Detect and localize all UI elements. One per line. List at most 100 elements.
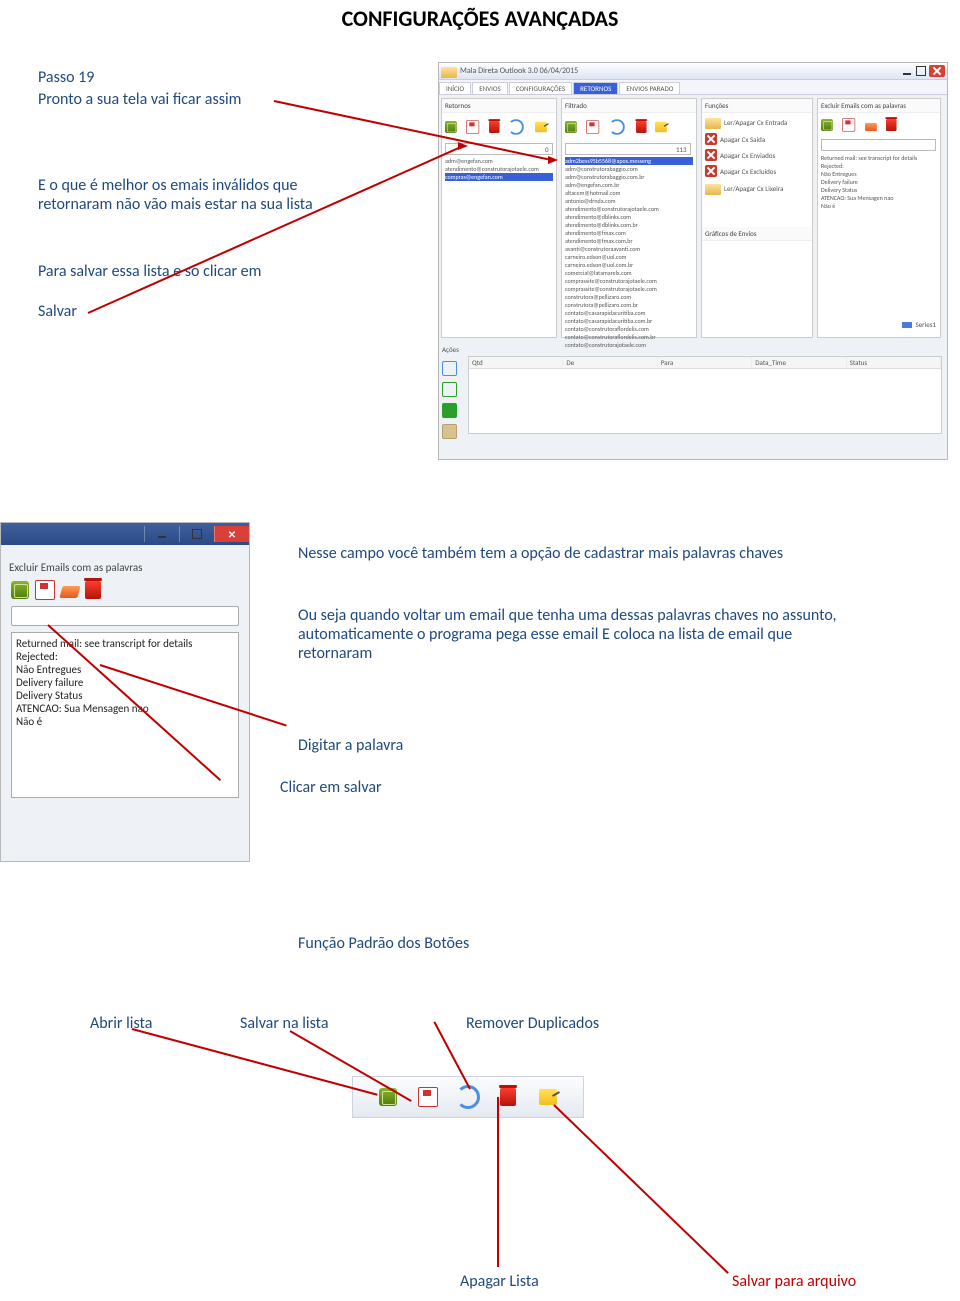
delete-icon <box>705 133 717 145</box>
minimize-button[interactable] <box>144 526 179 542</box>
tab-envios[interactable]: ENVIOS <box>472 82 508 94</box>
list-item: Não é <box>821 202 937 210</box>
func-item[interactable]: Apagar Cx Saída <box>702 131 812 147</box>
mid-text-4: Clicar em salvar <box>280 778 382 797</box>
list-item[interactable]: adm2bess95b5568@apos.messeng <box>565 157 693 165</box>
keyword-list[interactable]: Returned mail: see transcript for detail… <box>11 632 239 798</box>
disk-icon <box>418 1087 438 1107</box>
trash-icon[interactable] <box>85 581 101 599</box>
list-item[interactable]: altacem@hotmail.com <box>565 189 693 197</box>
list-item[interactable]: comprassite@construtorajotaele.com <box>565 277 693 285</box>
list-item[interactable]: adm@construtorabaggio.com.br <box>565 173 693 181</box>
list-item[interactable]: atendimento@fmax.com.br <box>565 237 693 245</box>
filtrado-count-field: 113 <box>565 143 691 155</box>
delete-button[interactable] <box>496 1085 520 1109</box>
keyword-input[interactable] <box>11 606 239 626</box>
list-item[interactable]: contato@casarapidacuritiba.com <box>565 309 693 317</box>
label-savefile: Salvar para arquivo <box>732 1272 856 1291</box>
list-item[interactable]: contato@construtoraflordelis.com <box>565 325 693 333</box>
func-item[interactable]: Ler/Apagar Cx Lixeira <box>702 179 812 197</box>
th: Data_Time <box>752 357 846 368</box>
trash-icon[interactable] <box>886 119 897 131</box>
list-item[interactable]: construtora@pellizaro.com <box>565 293 693 301</box>
action-ok-icon[interactable] <box>442 382 457 397</box>
th: Qtd <box>469 357 563 368</box>
mid-text-2: Ou seja quando voltar um email que tenha… <box>298 606 858 663</box>
list-item[interactable]: contato@casarapidacuritiba.com.br <box>565 317 693 325</box>
func-item[interactable]: Apagar Cx Enviados <box>702 147 812 163</box>
open-icon[interactable] <box>565 121 577 133</box>
action-xls-icon[interactable] <box>442 403 457 418</box>
list-item: ATENCAO: Sua Mensagen nao <box>821 194 937 202</box>
list-item[interactable]: comercial@latamarelx.com <box>565 269 693 277</box>
close-icon[interactable] <box>929 65 945 77</box>
word-input[interactable] <box>821 139 936 151</box>
folder-icon <box>705 184 721 195</box>
list-item[interactable]: atendimento@construtorajotaele.com <box>445 165 553 173</box>
tab-inicio[interactable]: INÍCIO <box>439 82 471 94</box>
save-icon[interactable] <box>35 580 55 600</box>
close-button[interactable]: ✕ <box>214 526 249 542</box>
note-icon[interactable] <box>655 122 667 133</box>
action-user-icon[interactable] <box>442 424 457 439</box>
th: Status <box>847 357 941 368</box>
intro-text-3: Para salvar essa lista e so clicar em <box>38 262 261 281</box>
eraser-icon[interactable] <box>59 586 80 598</box>
list-item[interactable]: compras@engefan.com <box>445 173 553 181</box>
eraser-icon[interactable] <box>865 123 877 131</box>
tab-retornos[interactable]: RETORNOS <box>573 82 618 94</box>
save-icon[interactable] <box>586 120 599 133</box>
trash-icon <box>500 1088 516 1106</box>
maximize-icon[interactable] <box>915 65 927 77</box>
list-item: Delivery Status <box>821 186 937 194</box>
list-item[interactable]: adm@engefan.com <box>445 157 553 165</box>
trash-icon[interactable] <box>636 121 647 133</box>
list-item[interactable]: Delivery failure <box>16 676 234 689</box>
delete-icon <box>705 149 717 161</box>
list-item[interactable]: carneiro.edson@uol.com.br <box>565 261 693 269</box>
save-button[interactable] <box>416 1085 440 1109</box>
trash-icon[interactable] <box>489 121 500 133</box>
list-item[interactable]: comprassite@construtorajotaele.com <box>565 285 693 293</box>
list-item[interactable]: atendimento@dblinks.com <box>565 213 693 221</box>
minimize-icon[interactable] <box>901 65 913 77</box>
list-item[interactable]: contato@construtoraflordelis.com.br <box>565 333 693 341</box>
open-icon[interactable] <box>445 121 457 133</box>
list-item: Rejected: <box>821 162 937 170</box>
group-graficos: Gráficos de Envios <box>702 227 812 241</box>
list-item[interactable]: construtora@pellizaro.com.br <box>565 301 693 309</box>
func-item[interactable]: Ler/Apagar Cx Entrada <box>702 113 812 131</box>
group-excluir: Excluir Emails com as palavras <box>818 99 940 113</box>
open-icon[interactable] <box>821 119 833 131</box>
list-item: Não Entregues <box>821 170 937 178</box>
list-item[interactable]: carneiro.edson@uol.com <box>565 253 693 261</box>
list-item[interactable]: Returned mail: see transcript for detail… <box>16 637 234 650</box>
step-label: Passo 19 <box>38 68 94 87</box>
list-item: Returned mail: see transcript for detail… <box>821 154 937 162</box>
func-item[interactable]: Apagar Cx Excluídos <box>702 163 812 179</box>
list-item[interactable]: atendimento@construtorajotaele.com <box>565 205 693 213</box>
list-item[interactable]: avanti@construtoraavanti.com <box>565 245 693 253</box>
tab-config[interactable]: CONFIGURAÇÕES <box>509 82 572 94</box>
list-item[interactable]: ATENCAO: Sua Mensagen nao <box>16 702 234 715</box>
list-item[interactable]: atendimento@fmax.com <box>565 229 693 237</box>
list-item[interactable]: Não é <box>16 715 234 728</box>
list-item[interactable]: adm@construtorabaggio.com <box>565 165 693 173</box>
open-icon[interactable] <box>11 581 29 599</box>
list-item[interactable]: adm@engefan.com.br <box>565 181 693 189</box>
note-icon[interactable] <box>535 122 547 133</box>
maximize-button[interactable] <box>179 526 214 542</box>
footer-heading: Função Padrão dos Botões <box>298 934 469 953</box>
list-item[interactable]: Rejected: <box>16 650 234 663</box>
reload-icon[interactable] <box>609 119 625 135</box>
save-icon[interactable] <box>842 118 855 131</box>
action-play-icon[interactable] <box>442 361 457 376</box>
save-icon[interactable] <box>466 120 479 133</box>
list-item[interactable]: atendimento@dblinks.com.br <box>565 221 693 229</box>
tab-parado[interactable]: ENVIOS PARADO <box>619 82 680 94</box>
list-item[interactable]: antonio@drnda.com <box>565 197 693 205</box>
intro-text-1: Pronto a sua tela vai ficar assim <box>38 90 241 109</box>
reload-icon[interactable] <box>508 119 524 135</box>
intro-text-4: Salvar <box>38 302 77 321</box>
th: De <box>563 357 657 368</box>
